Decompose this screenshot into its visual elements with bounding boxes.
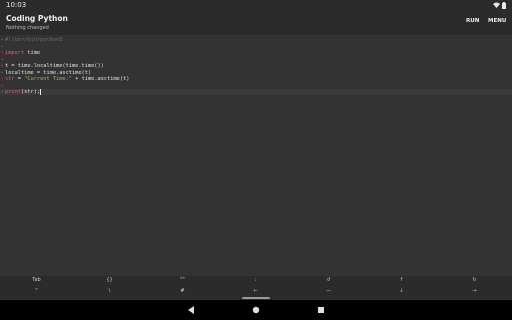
- arrow-down-key[interactable]: ↓: [365, 288, 438, 300]
- line-marker: •: [1, 43, 4, 49]
- line-marker: •: [1, 63, 4, 68]
- code-token: localtime = time.asctime(t): [5, 69, 92, 76]
- run-button[interactable]: RUN: [466, 18, 479, 24]
- code-line[interactable]: •: [0, 44, 512, 50]
- code-line[interactable]: • print(str);: [0, 89, 512, 95]
- status-icons: [493, 0, 506, 10]
- code-token: str: [5, 76, 15, 82]
- gesture-handle[interactable]: [242, 297, 270, 299]
- code-token: (str);: [20, 89, 41, 95]
- minus-key[interactable]: —: [292, 288, 365, 300]
- line-marker: •: [1, 69, 4, 75]
- code-text: t = time.localtime(time.time()): [5, 63, 104, 69]
- app-bar: Coding Python Nothing changed RUN MENU: [0, 10, 512, 35]
- code-text: str = "Current Time:" + time.asctime(t): [5, 76, 129, 82]
- code-line[interactable]: • import time: [0, 50, 512, 56]
- line-marker: •: [1, 37, 4, 42]
- battery-icon: [502, 1, 506, 9]
- code-token: time: [24, 50, 41, 56]
- code-token: print: [5, 89, 21, 95]
- code-token: #!/usr/bin/python3: [5, 37, 63, 43]
- code-token: + time.asctime(t): [72, 76, 130, 82]
- code-line[interactable]: • str = "Current Time:" + time.asctime(t): [0, 76, 512, 82]
- code-text: #!/usr/bin/python3: [5, 37, 62, 43]
- status-time: 10:03: [6, 1, 27, 9]
- text-cursor: [40, 89, 42, 95]
- line-marker: •: [1, 50, 4, 55]
- code-line[interactable]: •: [0, 57, 512, 63]
- hash-key[interactable]: #: [146, 288, 219, 300]
- code-token: "Current Time:": [24, 76, 72, 82]
- code-token: t = time.localtime(time.time()): [5, 63, 104, 69]
- navigation-bar: [0, 300, 512, 320]
- recents-icon[interactable]: [316, 305, 326, 315]
- home-icon[interactable]: [251, 305, 261, 315]
- line-marker: •: [1, 82, 4, 88]
- line-marker: •: [1, 76, 4, 81]
- code-text: print(str);: [5, 89, 42, 95]
- arrow-right-key[interactable]: →: [438, 288, 511, 300]
- menu-button[interactable]: MENU: [488, 18, 506, 24]
- code-line[interactable]: • t = time.localtime(time.time()): [0, 63, 512, 69]
- code-token: import: [5, 50, 25, 56]
- line-marker: •: [1, 89, 4, 94]
- code-text: localtime = time.asctime(t): [5, 70, 91, 76]
- quote-key[interactable]: ": [0, 288, 73, 300]
- code-line[interactable]: •: [0, 83, 512, 89]
- code-token: =: [14, 76, 25, 82]
- code-line[interactable]: • localtime = time.asctime(t): [0, 70, 512, 76]
- code-text: import time: [5, 50, 40, 56]
- line-marker: •: [1, 56, 4, 62]
- back-icon[interactable]: [186, 305, 196, 315]
- status-bar: 10:03: [0, 0, 512, 10]
- file-status: Nothing changed: [6, 25, 49, 31]
- code-editor[interactable]: • #!/usr/bin/python3 • • import time • • t = ti…: [0, 35, 512, 276]
- wifi-icon: [493, 2, 500, 8]
- code-line[interactable]: • #!/usr/bin/python3: [0, 37, 512, 43]
- backslash-key[interactable]: \: [73, 288, 146, 300]
- app-title: Coding Python: [6, 14, 68, 23]
